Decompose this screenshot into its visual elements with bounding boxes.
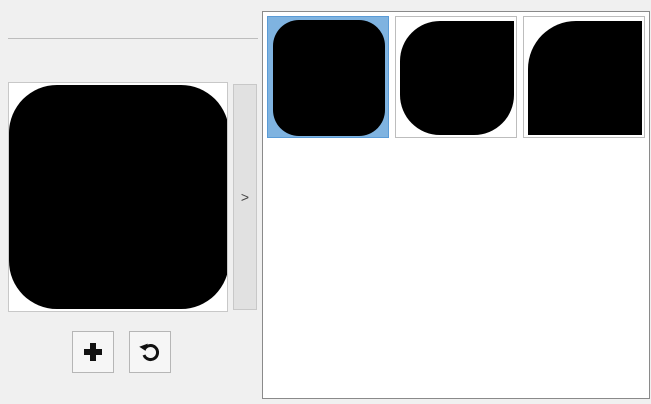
gallery-item[interactable] [523, 16, 645, 138]
shape-thumbnail [528, 21, 642, 135]
preview-shape [9, 85, 227, 309]
expand-button[interactable]: > [233, 84, 257, 310]
gallery-item[interactable] [267, 16, 389, 138]
shape-thumbnail [273, 20, 385, 136]
shape-thumbnail [400, 21, 514, 135]
plus-icon [82, 341, 104, 363]
add-button[interactable] [72, 331, 114, 373]
shape-preview [8, 82, 228, 312]
divider [8, 38, 258, 39]
shape-picker-window: > [0, 0, 651, 404]
gallery-item[interactable] [395, 16, 517, 138]
reset-button[interactable] [129, 331, 171, 373]
rotate-ccw-icon [138, 340, 162, 364]
expand-button-label: > [240, 189, 250, 205]
shape-gallery [262, 11, 650, 399]
